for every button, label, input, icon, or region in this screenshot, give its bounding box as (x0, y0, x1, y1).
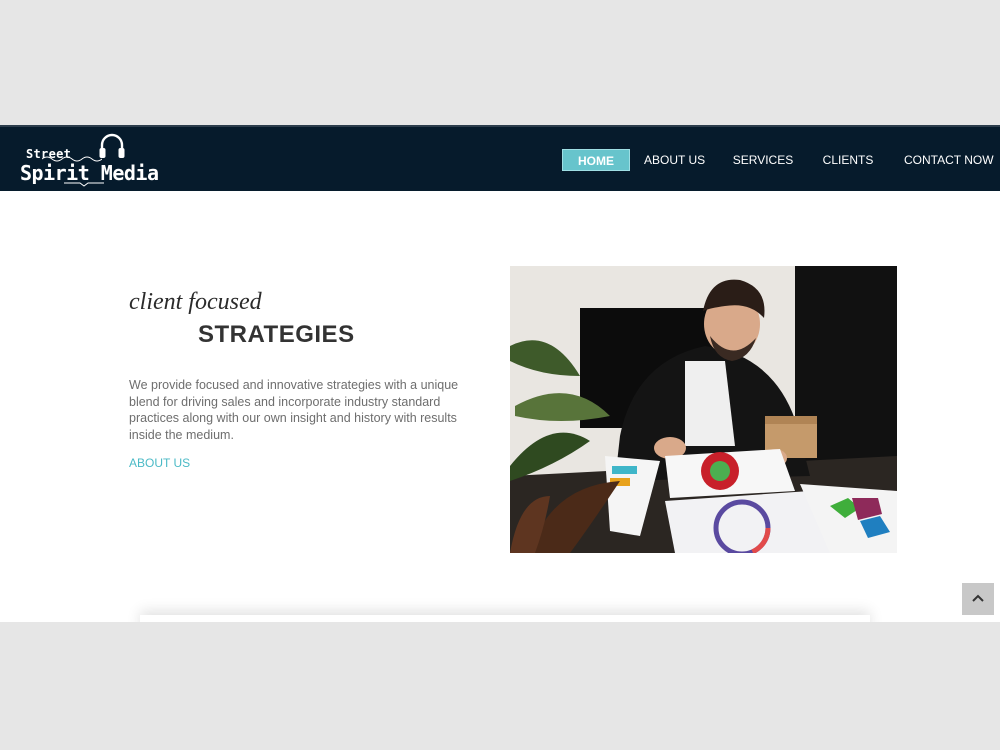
logo-underline (64, 182, 104, 187)
website-frame: Street Spirit Media HOME ABOUT US SERVIC… (0, 125, 1000, 622)
nav-clients[interactable]: CLIENTS (822, 149, 874, 171)
nav-services[interactable]: SERVICES (732, 149, 794, 171)
navbar: Street Spirit Media HOME ABOUT US SERVIC… (0, 125, 1000, 191)
scroll-to-top-button[interactable] (962, 583, 994, 615)
hero-description: We provide focused and innovative strate… (129, 378, 459, 442)
nav-about-us[interactable]: ABOUT US (644, 149, 705, 171)
logo-line-1: Street (26, 147, 72, 161)
section-divider (140, 615, 870, 622)
headphones-icon (99, 133, 125, 158)
hero-photo-illustration (510, 266, 897, 553)
hero-heading: STRATEGIES (198, 321, 355, 348)
hero-photo (510, 266, 897, 553)
site-logo[interactable]: Street Spirit Media (18, 131, 159, 189)
nav-contact-now[interactable]: CONTACT NOW (904, 149, 994, 171)
about-us-link[interactable]: ABOUT US (129, 456, 190, 470)
chevron-up-icon (972, 594, 984, 602)
nav-home[interactable]: HOME (562, 149, 630, 171)
hero-tagline: client focused (129, 289, 262, 315)
